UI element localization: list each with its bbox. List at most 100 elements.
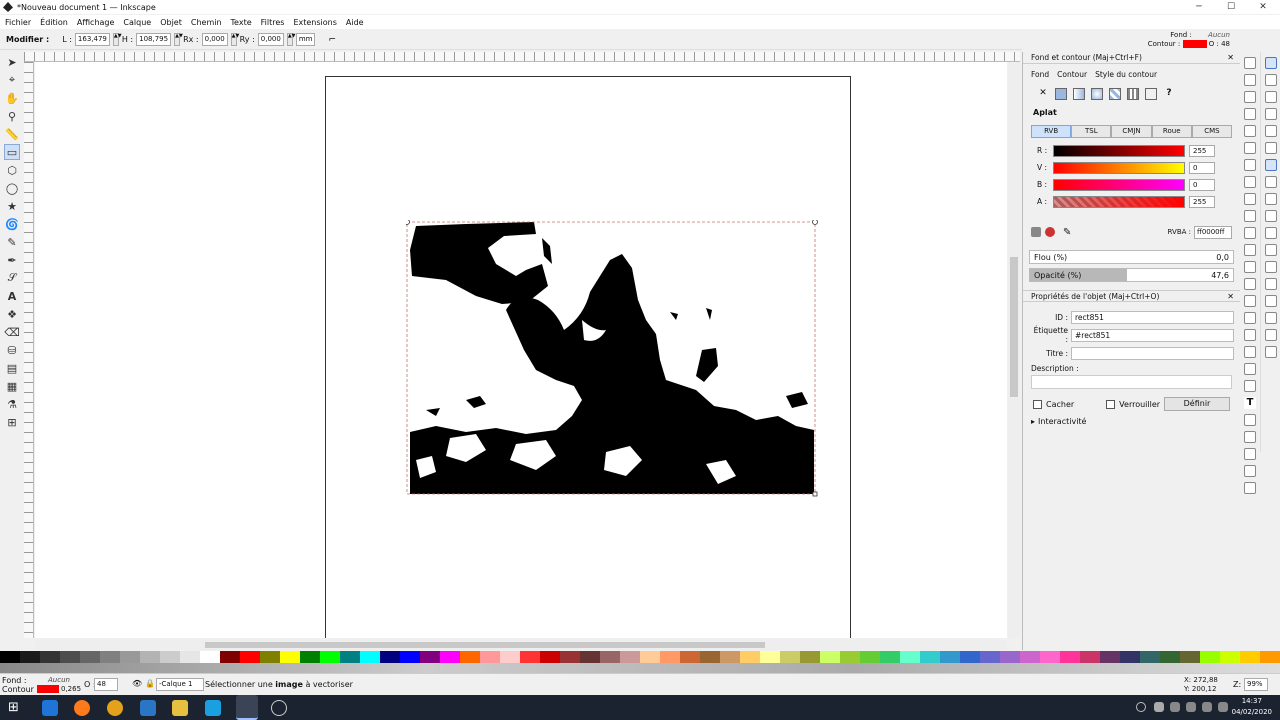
palette-swatch[interactable]	[260, 651, 280, 663]
snap-smooth-icon[interactable]	[1265, 227, 1277, 239]
save-file-icon[interactable]	[1244, 91, 1256, 103]
snap-page-border-icon[interactable]	[1265, 312, 1277, 324]
new-document-icon[interactable]	[1244, 57, 1256, 69]
palette-swatch[interactable]	[40, 651, 60, 663]
palette-swatch[interactable]	[180, 651, 200, 663]
height-spinner[interactable]: ▲▼	[174, 33, 183, 46]
ry-spinner[interactable]: ▲▼	[286, 33, 296, 46]
system-clock[interactable]: 14:37 04/02/2020	[1232, 696, 1272, 718]
maximize-button[interactable]: ☐	[1216, 0, 1246, 14]
palette-swatch[interactable]	[0, 651, 20, 663]
green-input[interactable]: 0	[1189, 161, 1215, 174]
palette-swatch[interactable]	[1040, 651, 1060, 663]
dropper-tool-icon[interactable]: ⚗	[4, 396, 20, 412]
calligraphy-tool-icon[interactable]: 𝒮	[4, 270, 20, 286]
palette-swatch[interactable]	[860, 651, 880, 663]
layer-lock-icon[interactable]: 🔒	[145, 679, 155, 688]
snap-guide-icon[interactable]	[1265, 346, 1277, 358]
snap-intersection-icon[interactable]	[1265, 193, 1277, 205]
palette-swatch[interactable]	[20, 651, 40, 663]
menu-filtres[interactable]: Filtres	[261, 18, 285, 27]
snap-bbox-icon[interactable]	[1265, 74, 1277, 86]
palette-swatch[interactable]	[960, 651, 980, 663]
pen-tool-icon[interactable]: ✒	[4, 252, 20, 268]
id-input[interactable]: rect851	[1071, 310, 1234, 324]
palette-swatch[interactable]	[640, 651, 660, 663]
palette-swatch[interactable]	[240, 651, 260, 663]
horizontal-ruler[interactable]	[24, 52, 1020, 62]
snap-object-center-icon[interactable]	[1265, 261, 1277, 273]
align-icon[interactable]	[1244, 448, 1256, 460]
mode-cms[interactable]: CMS	[1191, 125, 1233, 138]
palette-swatch[interactable]	[1180, 651, 1200, 663]
palette-swatch[interactable]	[360, 651, 380, 663]
file-explorer-icon[interactable]	[172, 700, 188, 716]
edge-browser-icon[interactable]	[42, 700, 58, 716]
palette-swatch[interactable]	[160, 651, 180, 663]
tray-chrome-icon[interactable]	[1136, 702, 1146, 712]
alpha-input[interactable]: 255	[1189, 195, 1215, 208]
redo-icon[interactable]	[1244, 176, 1256, 188]
green-slider[interactable]	[1053, 161, 1185, 174]
menu-objet[interactable]: Objet	[160, 18, 182, 27]
windows-start-icon[interactable]: ⊞	[8, 700, 24, 716]
tray-arrow-icon[interactable]	[1154, 702, 1164, 712]
palette-swatch[interactable]	[620, 651, 640, 663]
tab-stroke-style[interactable]: Style du contour	[1095, 70, 1157, 84]
label-input[interactable]: #rect851	[1071, 328, 1234, 342]
blue-input[interactable]: 0	[1189, 178, 1215, 191]
no-paint-icon[interactable]: ✕	[1037, 88, 1049, 100]
palette-swatch[interactable]	[1220, 651, 1240, 663]
firefox-icon[interactable]	[74, 700, 90, 716]
pencil-tool-icon[interactable]: ✎	[4, 234, 20, 250]
palette-swatch[interactable]	[780, 651, 800, 663]
preferences-icon[interactable]	[1244, 482, 1256, 494]
group-icon[interactable]	[1244, 346, 1256, 358]
xml-editor-icon[interactable]	[1244, 431, 1256, 443]
snap-bbox-corner-icon[interactable]	[1265, 108, 1277, 120]
palette-swatch[interactable]	[460, 651, 480, 663]
width-input[interactable]: 163,479	[74, 33, 110, 46]
inkscape-taskbar-icon[interactable]	[236, 695, 258, 720]
layer-select[interactable]: -Calque 1	[156, 678, 204, 691]
node-tool-icon[interactable]: ⌖	[4, 72, 20, 88]
palette-swatch[interactable]	[660, 651, 680, 663]
alpha-slider[interactable]	[1053, 195, 1185, 208]
mesh-gradient-icon[interactable]	[1109, 88, 1121, 100]
horizontal-scrollbar[interactable]	[35, 640, 1007, 650]
menu-extensions[interactable]: Extensions	[293, 18, 336, 27]
set-button[interactable]: Définir	[1164, 397, 1230, 411]
fill-stroke-close-icon[interactable]: ✕	[1227, 53, 1234, 62]
menu-texte[interactable]: Texte	[231, 18, 252, 27]
mail-icon[interactable]	[140, 700, 156, 716]
rectangle-tool-icon[interactable]: ▭	[4, 144, 20, 160]
red-slider[interactable]	[1053, 144, 1185, 157]
flat-color-icon[interactable]	[1055, 88, 1067, 100]
connector-tool-icon[interactable]: ⊞	[4, 414, 20, 430]
palette-swatch[interactable]	[800, 651, 820, 663]
spiral-tool-icon[interactable]: 🌀	[4, 216, 20, 232]
interactivity-expander[interactable]: ▸ Interactivité	[1023, 413, 1240, 430]
unset-paint-icon[interactable]: ?	[1163, 88, 1175, 100]
style-indicator[interactable]: Fond : Aucun Contour : O : 48	[1148, 31, 1230, 49]
pattern-icon[interactable]	[1127, 88, 1139, 100]
eraser-tool-icon[interactable]: ⌫	[4, 324, 20, 340]
palette-swatch[interactable]	[220, 651, 240, 663]
snap-midpoint-icon[interactable]	[1265, 244, 1277, 256]
palette-swatch[interactable]	[680, 651, 700, 663]
tab-fill[interactable]: Fond	[1031, 70, 1049, 84]
mode-rgb[interactable]: RVB	[1031, 125, 1072, 138]
palette-swatch[interactable]	[320, 651, 340, 663]
tray-network-icon[interactable]	[1202, 702, 1212, 712]
opacity-slider[interactable]: Opacité (%) 47,6	[1029, 268, 1234, 282]
red-input[interactable]: 255	[1189, 144, 1215, 157]
menu-affichage[interactable]: Affichage	[77, 18, 115, 27]
measure-tool-icon[interactable]: 📏	[4, 126, 20, 142]
palette-swatch[interactable]	[880, 651, 900, 663]
palette-swatch[interactable]	[980, 651, 1000, 663]
vertical-ruler[interactable]	[24, 62, 34, 638]
snap-bbox-center-icon[interactable]	[1265, 142, 1277, 154]
palette-swatch[interactable]	[820, 651, 840, 663]
blur-slider[interactable]: Flou (%) 0,0	[1029, 250, 1234, 264]
ellipse-tool-icon[interactable]: ◯	[4, 180, 20, 196]
